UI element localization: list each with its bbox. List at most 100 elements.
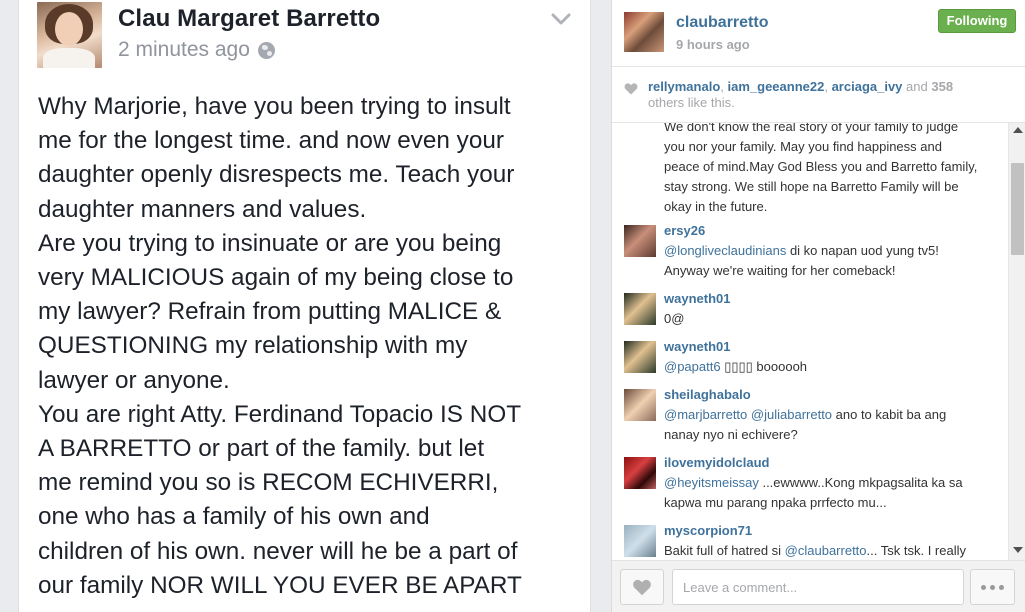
post-text-line: daughter openly disrespects me. Teach yo…	[38, 161, 515, 189]
ig-post-time: 9 hours ago	[676, 37, 750, 52]
post-text-line: one who has a family of his own and	[38, 503, 430, 531]
likes-and-label: and	[906, 79, 928, 94]
chevron-down-icon[interactable]	[551, 12, 571, 26]
post-timestamp[interactable]: 2 minutes ago	[118, 38, 250, 62]
comment-segment: Bakit full of hatred si	[664, 543, 785, 558]
post-text-line: Are you trying to insinuate or are you b…	[38, 229, 502, 257]
comment-text: @heyitsmeissay ...ewwww..Kong mkpagsalit…	[664, 473, 1004, 513]
comment-text: @papatt6 ▯▯▯▯ boooooh	[664, 357, 1004, 377]
comment-segment: okay in the future.	[664, 199, 768, 214]
post-text-line: QUESTIONING my relationship with my	[38, 332, 468, 360]
globe-icon[interactable]	[257, 41, 275, 59]
comment-segment: ... Tsk tsk. I really	[866, 543, 966, 558]
comment-line: 0@	[664, 309, 1004, 329]
comment-line: Anyway we're waiting for her comeback!	[664, 261, 1004, 281]
comment-text: We don't know the real story of your fam…	[664, 123, 1004, 217]
comment-line: kapwa mu parang npaka prrfecto mu...	[664, 493, 1004, 513]
scroll-thumb[interactable]	[1011, 163, 1024, 255]
comment-line: @papatt6 ▯▯▯▯ boooooh	[664, 357, 1004, 377]
comments-scrollbar[interactable]	[1008, 123, 1025, 560]
comment-segment: nanay nyo ni echivere?	[664, 427, 798, 442]
comment-segment: peace of mind.May God Bless you and Barr…	[664, 159, 978, 174]
comment-line: We don't know the real story of your fam…	[664, 123, 1004, 137]
comment-segment: 0@	[664, 311, 685, 326]
scroll-down-arrow[interactable]	[1013, 547, 1023, 553]
commenter-avatar[interactable]	[624, 293, 656, 325]
comment-segment: Anyway we're waiting for her comeback!	[664, 263, 896, 278]
comment-segment: di ko napan uod yung tv5!	[786, 243, 939, 258]
post-text-line: lawyer or anyone.	[38, 366, 230, 394]
liker-link[interactable]: arciaga_ivy	[832, 79, 903, 94]
post-text-line: children of his own. never will he be a …	[38, 537, 518, 565]
commenter-username[interactable]: myscorpion71	[664, 523, 752, 538]
comment-line: okay in the future.	[664, 197, 1004, 217]
comment-line: @longliveclaudinians di ko napan uod yun…	[664, 241, 1004, 261]
ig-profile-avatar[interactable]	[624, 12, 664, 52]
instagram-panel: claubarretto 9 hours ago Following relly…	[611, 0, 1025, 612]
author-name[interactable]: Clau Margaret Barretto	[118, 5, 380, 33]
commenter-avatar[interactable]	[624, 341, 656, 373]
likes-suffix: others like this.	[648, 95, 735, 110]
comment-line: nanay nyo ni echivere?	[664, 425, 1004, 445]
mention-link[interactable]: @papatt6	[664, 359, 721, 374]
mention-link[interactable]: @claubarretto	[785, 543, 867, 558]
ig-header: claubarretto 9 hours ago Following	[612, 0, 1025, 67]
post-text-line: our family NOR WILL YOU EVER BE APART	[38, 571, 522, 599]
more-options-button[interactable]	[970, 569, 1015, 605]
comment-segment: you nor your family. May you find happin…	[664, 139, 942, 154]
comment-text: @longliveclaudinians di ko napan uod yun…	[664, 241, 1004, 281]
comment-input[interactable]	[672, 569, 964, 605]
post-text-line: very MALICIOUS again of my being close t…	[38, 264, 514, 292]
comment-segment: ▯▯▯▯ boooooh	[720, 359, 808, 374]
post-text-line: me for the longest time. and now even yo…	[38, 127, 504, 155]
post-body: Why Marjorie, have you been trying to in…	[38, 90, 583, 603]
mention-link[interactable]: @heyitsmeissay	[664, 475, 759, 490]
commenter-username[interactable]: wayneth01	[664, 339, 730, 354]
following-button[interactable]: Following	[938, 9, 1016, 33]
comment-line: @heyitsmeissay ...ewwww..Kong mkpagsalit…	[664, 473, 1004, 493]
commenter-avatar[interactable]	[624, 389, 656, 421]
facebook-post: Clau Margaret Barretto 2 minutes ago Why…	[18, 0, 591, 612]
post-text-line: daughter manners and values.	[38, 195, 367, 223]
comment-bar	[612, 560, 1025, 612]
post-text-line: A BARRETTO or part of the family. but le…	[38, 435, 485, 463]
post-text-line: my lawyer? Refrain from putting MALICE &	[38, 298, 502, 326]
heart-icon	[633, 579, 651, 596]
comment-segment: ...ewwww..Kong mkpagsalita ka sa	[758, 475, 963, 490]
comment-segment: stay strong. We still hope na Barretto F…	[664, 179, 959, 194]
post-meta: 2 minutes ago	[118, 38, 275, 62]
mention-link[interactable]: @longliveclaudinians	[664, 243, 786, 258]
commenter-avatar[interactable]	[624, 457, 656, 489]
commenter-username[interactable]: sheilaghabalo	[664, 387, 751, 402]
comment-line: @marjbarretto @juliabarretto ano to kabi…	[664, 405, 1004, 425]
mention-link[interactable]: @marjbarretto	[664, 407, 747, 422]
liker-link[interactable]: iam_geeanne22	[728, 79, 825, 94]
comment-line: peace of mind.May God Bless you and Barr…	[664, 157, 1004, 177]
heart-icon	[624, 83, 638, 95]
comment-segment: kapwa mu parang npaka prrfecto mu...	[664, 495, 887, 510]
comment-segment: ano to kabit ba ang	[832, 407, 947, 422]
likes-count[interactable]: 358	[931, 79, 953, 94]
comment-text: Bakit full of hatred si @claubarretto...…	[664, 541, 1004, 560]
more-options-icon	[981, 584, 986, 590]
post-text-line: Why Marjorie, have you been trying to in…	[38, 93, 511, 120]
commenter-username[interactable]: wayneth01	[664, 291, 730, 306]
author-avatar[interactable]	[37, 2, 102, 68]
liker-link[interactable]: rellymanalo	[648, 79, 720, 94]
comment-segment: We don't know the real story of your fam…	[664, 123, 959, 134]
ig-username[interactable]: claubarretto	[676, 14, 768, 32]
commenter-username[interactable]: ilovemyidolclaud	[664, 455, 769, 470]
comment-text: @marjbarretto @juliabarretto ano to kabi…	[664, 405, 1004, 445]
post-text-line: You are right Atty. Ferdinand Topacio IS…	[38, 400, 522, 428]
like-button[interactable]	[620, 569, 664, 605]
comment-text: 0@	[664, 309, 1004, 329]
comment-line: stay strong. We still hope na Barretto F…	[664, 177, 1004, 197]
comments-list[interactable]: We don't know the real story of your fam…	[612, 123, 1008, 560]
commenter-avatar[interactable]	[624, 525, 656, 557]
scroll-up-arrow[interactable]	[1013, 127, 1023, 133]
commenter-avatar[interactable]	[624, 225, 656, 257]
commenter-username[interactable]: ersy26	[664, 223, 705, 238]
comment-line: you nor your family. May you find happin…	[664, 137, 1004, 157]
mention-link[interactable]: @juliabarretto	[751, 407, 832, 422]
comment-line: Bakit full of hatred si @claubarretto...…	[664, 541, 1004, 560]
